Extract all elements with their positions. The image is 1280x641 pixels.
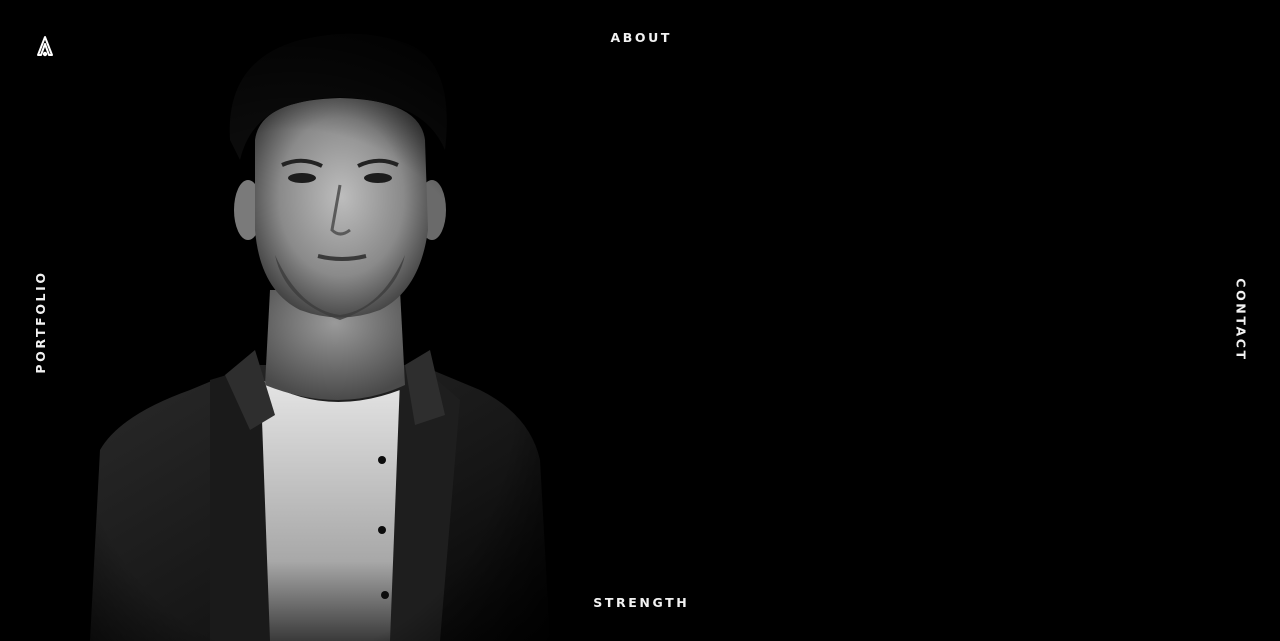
nav-label-portfolio: PORTFOLIO [32, 270, 48, 374]
nav-link-about[interactable]: ABOUT [0, 30, 1280, 45]
nav-link-strength[interactable]: STRENGTH [0, 595, 1280, 610]
nav-link-contact[interactable]: CONTACT [1233, 278, 1249, 362]
nav-label-strength: STRENGTH [593, 595, 690, 610]
hero-stage: ABOUT STRENGTH PORTFOLIO CONTACT [0, 0, 1280, 641]
nav-label-about: ABOUT [610, 30, 673, 45]
nav-link-portfolio[interactable]: PORTFOLIO [32, 270, 48, 374]
portrait-image [60, 20, 580, 641]
nav-label-contact: CONTACT [1233, 278, 1249, 362]
